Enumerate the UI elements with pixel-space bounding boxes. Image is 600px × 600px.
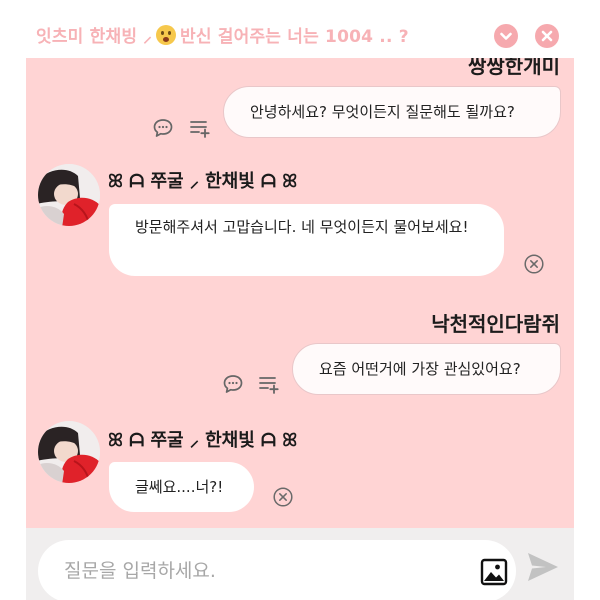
- user-name: 낙천적인다람쥐: [431, 312, 560, 336]
- send-icon: [528, 553, 558, 581]
- question-input[interactable]: [64, 558, 444, 584]
- comment-icon: [153, 119, 173, 137]
- comment-button[interactable]: [152, 117, 174, 139]
- playlist-add-button[interactable]: [189, 117, 211, 139]
- chat-title: 잇츠미 한채빙 ⸝ 반신 걸어주는 너는 1004 .. ?: [36, 22, 409, 47]
- image-icon: [480, 558, 508, 586]
- bot-message-bubble: 방문해주셔서 고맙습니다. 네 무엇이든지 물어보세요!: [109, 204, 504, 276]
- chat-header: 잇츠미 한채빙 ⸝ 반신 걸어주는 너는 1004 .. ?: [0, 0, 600, 66]
- question-input-box[interactable]: [38, 540, 516, 600]
- bot-message-text: 방문해주셔서 고맙습니다. 네 무엇이든지 물어보세요!: [135, 218, 469, 236]
- send-button[interactable]: [526, 550, 560, 584]
- user-name: 쌍쌍한개미: [468, 58, 560, 78]
- circle-close-icon: [524, 254, 544, 274]
- bot-message-text: 글쎄요....너?!: [135, 478, 224, 496]
- bot-name: ꕤ ᗩ 쭈굴 ⸝ 한채빛 ᗩ ꕤ: [108, 171, 298, 192]
- avatar-image: [38, 164, 100, 226]
- dismiss-message-button[interactable]: [272, 486, 294, 508]
- playlist-add-icon: [259, 377, 279, 394]
- chevron-down-icon: [500, 32, 512, 40]
- bot-avatar[interactable]: [38, 421, 100, 483]
- comment-button[interactable]: [222, 373, 244, 395]
- playlist-add-button[interactable]: [258, 373, 280, 395]
- user-message-bubble: 안녕하세요? 무엇이든지 질문해도 될까요?: [223, 86, 561, 138]
- user-message-text: 요즘 어떤거에 가장 관심있어요?: [319, 360, 521, 378]
- face-with-hand-over-mouth-icon: [155, 25, 176, 45]
- circle-close-icon: [273, 487, 293, 507]
- attach-image-button[interactable]: [480, 558, 508, 586]
- chat-title-part1: 잇츠미 한채빙 ⸝: [36, 27, 152, 47]
- dismiss-message-button[interactable]: [523, 253, 545, 275]
- avatar-image: [38, 421, 100, 483]
- minimize-button[interactable]: [494, 24, 518, 48]
- bot-message-bubble: 글쎄요....너?!: [109, 462, 254, 512]
- comment-icon: [223, 375, 243, 393]
- close-icon: [541, 30, 553, 42]
- user-message-bubble: 요즘 어떤거에 가장 관심있어요?: [292, 343, 561, 395]
- user-message-text: 안녕하세요? 무엇이든지 질문해도 될까요?: [250, 103, 515, 121]
- chat-input-bar: [26, 528, 574, 600]
- playlist-add-icon: [190, 121, 210, 138]
- bot-avatar[interactable]: [38, 164, 100, 226]
- bot-name: ꕤ ᗩ 쭈굴 ⸝ 한채빛 ᗩ ꕤ: [108, 430, 298, 451]
- chat-messages[interactable]: 쌍쌍한개미 안녕하세요? 무엇이든지 질문해도 될까요? ꕤ ᗩ 쭈굴 ⸝ 한채…: [26, 58, 574, 528]
- chat-title-part2: 반신 걸어주는 너는 1004 .. ?: [179, 27, 409, 47]
- close-chat-button[interactable]: [535, 24, 559, 48]
